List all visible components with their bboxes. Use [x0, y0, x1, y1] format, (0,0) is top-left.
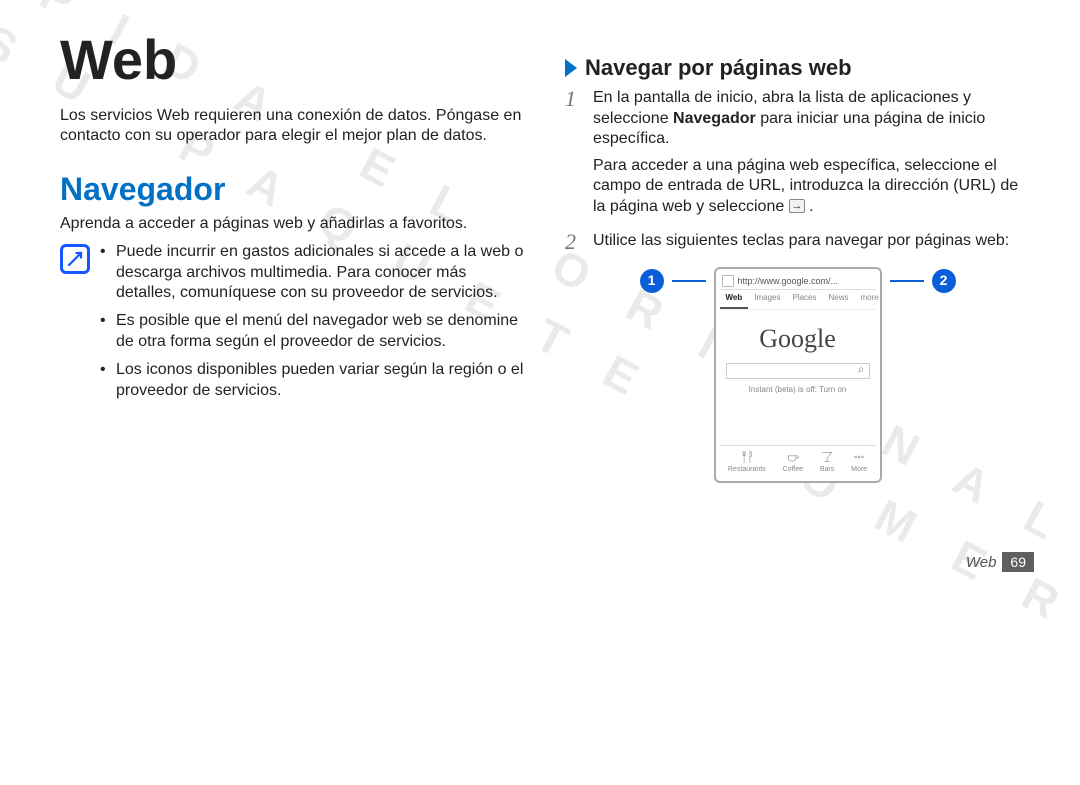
page-title: Web: [60, 24, 525, 96]
browser-tabs: Web Images Places News more: [720, 290, 876, 309]
tab-images[interactable]: Images: [748, 290, 786, 308]
appbar-coffee[interactable]: Coffee: [783, 450, 804, 475]
step-body: Utilice las siguientes teclas para naveg…: [593, 231, 1030, 257]
note-icon: [60, 244, 90, 274]
callout-badge-1: 1: [640, 269, 664, 293]
instant-turn-on-link[interactable]: Turn on: [819, 385, 846, 394]
go-arrow-icon: →: [789, 199, 805, 213]
tab-web[interactable]: Web: [720, 290, 749, 308]
page-spread: Web Los servicios Web requieren una cone…: [0, 0, 1080, 586]
note-bullet-list: Puede incurrir en gastos adicionales si …: [100, 242, 525, 409]
coffee-cup-icon: [786, 450, 800, 464]
right-column: Navegar por páginas web 1 En la pantalla…: [565, 24, 1030, 576]
tab-places[interactable]: Places: [786, 290, 822, 308]
intro-paragraph: Los servicios Web requieren una conexión…: [60, 106, 525, 147]
tab-news[interactable]: News: [823, 290, 855, 308]
appbar-more[interactable]: More: [851, 450, 867, 475]
step-number: 1: [565, 88, 583, 223]
step-bold: Navegador: [673, 110, 756, 127]
callout-badge-2: 2: [932, 269, 956, 293]
left-column: Web Los servicios Web requieren una cone…: [60, 24, 525, 576]
step-body: En la pantalla de inicio, abra la lista …: [593, 88, 1030, 223]
cocktail-icon: [820, 450, 834, 464]
note-bullet: Es posible que el menú del navegador web…: [100, 311, 525, 352]
subsection-heading-row: Navegar por páginas web: [565, 54, 1030, 82]
step-2: 2 Utilice las siguientes teclas para nav…: [565, 231, 1030, 257]
favicon-icon: [722, 275, 734, 287]
callout-line: [890, 280, 924, 282]
callout-line: [672, 280, 706, 282]
phone-frame: http://www.google.com/... Web Images Pla…: [714, 267, 882, 483]
google-logo: Google: [720, 322, 876, 355]
subsection-heading: Navegar por páginas web: [585, 54, 852, 82]
step-text: Para acceder a una página web específica…: [593, 157, 1018, 215]
url-bar[interactable]: http://www.google.com/...: [720, 273, 876, 290]
step-1: 1 En la pantalla de inicio, abra la list…: [565, 88, 1030, 223]
appbar-restaurants[interactable]: Restaurants: [728, 450, 766, 475]
app-bar: Restaurants Coffee Bars More: [720, 445, 876, 475]
step-number: 2: [565, 231, 583, 257]
more-dots-icon: [852, 450, 866, 464]
instant-status: Instant (beta) is off: Turn on: [720, 385, 876, 395]
phone-figure: 1 http://www.google.com/... Web Images P…: [565, 267, 1030, 483]
tab-more[interactable]: more: [855, 290, 885, 308]
step-text: Utilice las siguientes teclas para naveg…: [593, 231, 1030, 251]
section-heading-navegador: Navegador: [60, 169, 525, 210]
chevron-right-icon: [565, 59, 577, 77]
fork-knife-icon: [740, 450, 754, 464]
url-text: http://www.google.com/...: [738, 276, 874, 288]
note-block: Puede incurrir en gastos adicionales si …: [60, 242, 525, 409]
appbar-bars[interactable]: Bars: [820, 450, 834, 475]
note-bullet: Puede incurrir en gastos adicionales si …: [100, 242, 525, 303]
search-input[interactable]: [726, 363, 870, 379]
section-subtitle: Aprenda a acceder a páginas web y añadir…: [60, 214, 525, 234]
note-bullet: Los iconos disponibles pueden variar seg…: [100, 360, 525, 401]
